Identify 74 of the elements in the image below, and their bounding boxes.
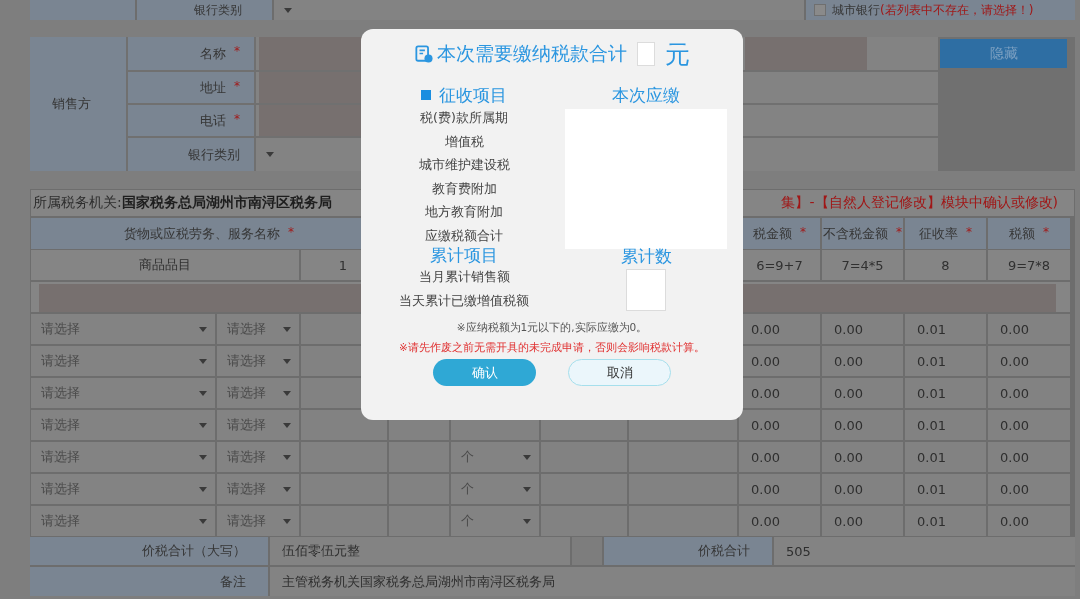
notice-text: 集】-【自然人登记修改】模块中确认或修改) — [781, 194, 1058, 212]
item-label: 当天累计已缴增值税额 — [399, 291, 529, 310]
required-mark: * — [800, 225, 806, 239]
field-label: 货物或应税劳务、服务名称 — [124, 224, 280, 243]
field-label: 征收率 — [919, 224, 958, 243]
table-cell: 0.00 — [988, 378, 1070, 408]
table-cell: 0.01 — [905, 346, 986, 376]
field-label: 不含税金额 — [823, 224, 888, 243]
item-label: 城市维护建设税 — [418, 156, 510, 175]
table-cell: 0.01 — [905, 442, 986, 472]
table-cell: 0.00 — [822, 346, 903, 376]
field-value: 主管税务机关国家税务总局湖州市南浔区税务局 — [270, 567, 1075, 596]
field-label: 备注 — [30, 567, 268, 596]
table-cell: 0.00 — [822, 378, 903, 408]
required-mark: * — [234, 79, 240, 93]
table-cell: 0.00 — [988, 442, 1070, 472]
field-label: 银行类别 — [188, 145, 240, 164]
table-cell: 0.00 — [988, 314, 1070, 344]
field-label: 价税合计 — [604, 537, 772, 565]
tax-office-text: 所属税务机关:国家税务总局湖州市南浔区税务局 — [33, 194, 332, 212]
section-heading: 征收项目 — [439, 83, 507, 107]
field-value: 伍佰零伍元整 — [270, 537, 570, 565]
table-cell: 0.00 — [822, 314, 903, 344]
table-cell: 0.00 — [822, 474, 903, 504]
required-mark: * — [234, 112, 240, 126]
dialog-title: 本次需要缴纳税款合计 — [436, 41, 627, 66]
table-cell: 0.00 — [988, 346, 1070, 376]
table-cell: 0.00 — [988, 506, 1070, 536]
section-heading: 本次应缴 — [612, 83, 680, 107]
table-cell: 0.01 — [905, 474, 986, 504]
field-label: 税金额 — [753, 224, 792, 243]
table-cell: 0.00 — [988, 410, 1070, 440]
table-cell: 0.01 — [905, 378, 986, 408]
table-cell: 0.01 — [905, 410, 986, 440]
table-cell: 8 — [905, 250, 986, 280]
required-mark: * — [288, 225, 294, 239]
table-cell: 9=7*8 — [988, 250, 1070, 280]
field-label: 价税合计（大写） — [30, 537, 268, 565]
field-value: 505 — [774, 537, 1075, 565]
note-text: ※应纳税额为1元以下的,实际应缴为0。 — [456, 321, 648, 335]
required-mark: * — [966, 225, 972, 239]
table-cell: 商品品目 — [31, 250, 299, 280]
checkbox-label: 城市银行 — [832, 1, 880, 19]
table-cell: 0.00 — [822, 410, 903, 440]
item-label: 地方教育附加 — [425, 203, 503, 222]
required-mark: * — [896, 225, 902, 239]
table-cell: 0.00 — [739, 474, 820, 504]
table-cell: 0.01 — [905, 314, 986, 344]
item-label: 应缴税额合计 — [425, 226, 503, 245]
field-label: 名称 — [200, 44, 226, 63]
item-label: 增值税 — [444, 132, 484, 151]
item-label: 税(费)款所属期 — [420, 109, 508, 128]
field-label: 地址 — [200, 78, 226, 97]
table-cell: 0.00 — [988, 474, 1070, 504]
table-cell: 0.00 — [739, 442, 820, 472]
table-cell: 7=4*5 — [822, 250, 903, 280]
field-label: 银行类别 — [137, 0, 272, 20]
item-label: 教育费附加 — [431, 179, 497, 198]
table-cell: 0.00 — [739, 410, 820, 440]
section-label: 销售方 — [30, 37, 126, 171]
table-cell: 0.00 — [822, 442, 903, 472]
field-label: 电话 — [200, 111, 226, 130]
table-cell: 0.00 — [739, 506, 820, 536]
warning-text: ※请先作废之前无需开具的未完成申请，否则会影响税款计算。 — [399, 341, 705, 355]
required-mark: * — [1043, 225, 1049, 239]
table-cell: 0.01 — [905, 506, 986, 536]
currency-unit: 元 — [664, 38, 690, 71]
table-cell: 0.00 — [822, 506, 903, 536]
section-heading: 累计项目 — [430, 244, 498, 266]
required-mark: * — [234, 44, 240, 58]
hint-text: (若列表中不存在，请选择！) — [880, 1, 1034, 19]
item-label: 当月累计销售额 — [418, 268, 510, 287]
field-label: 税额 — [1009, 224, 1035, 243]
section-heading: 累计数 — [620, 245, 672, 267]
